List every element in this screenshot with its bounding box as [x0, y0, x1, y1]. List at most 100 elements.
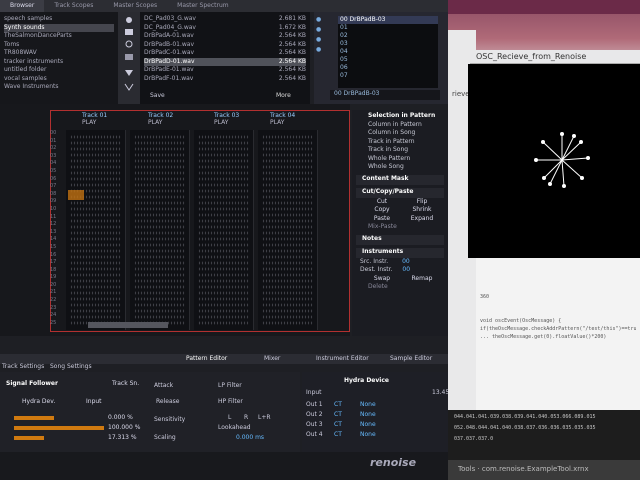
track-select[interactable]: Track Sn.	[112, 380, 139, 387]
folder-item[interactable]: untitled folder	[4, 66, 114, 75]
osc-window-title[interactable]: OSC_Recieve_from_Renoise	[470, 50, 640, 64]
lookahead-value[interactable]: 0.000 ms	[236, 434, 264, 441]
menu-item[interactable]: Track in Pattern	[356, 138, 444, 147]
remap-button[interactable]: Remap	[402, 275, 442, 284]
left-channel-button[interactable]: L	[228, 414, 231, 421]
device-select[interactable]: Hydra Dev.	[22, 398, 55, 405]
file-row[interactable]: DrBPadE-01.wav 2.564 KB	[144, 66, 306, 75]
code-line: 360	[480, 294, 490, 300]
cut-copy-paste-header[interactable]: Cut/Copy/Paste	[356, 187, 444, 198]
mix-paste-button[interactable]: Mix-Paste	[356, 223, 444, 232]
track-column-3[interactable]	[194, 130, 254, 330]
search-icon	[125, 40, 133, 48]
taskbar[interactable]: Tools · com.renoise.ExampleTool.xrnx	[448, 460, 640, 480]
paste-button[interactable]: Paste	[362, 215, 402, 224]
track-column-2[interactable]	[130, 130, 190, 330]
tab-master-spectrum[interactable]: Master Spectrum	[167, 0, 238, 12]
menu-item[interactable]: Whole Song	[356, 163, 444, 172]
track-column-1[interactable]	[66, 130, 126, 330]
tab-pattern-editor[interactable]: Pattern Editor	[186, 355, 227, 362]
instrument-item-selected[interactable]: 00 DrBPadB-03	[338, 16, 438, 24]
out-mode[interactable]: CT	[334, 401, 342, 408]
copy-button[interactable]: Copy	[362, 206, 402, 215]
save-button[interactable]: Save	[150, 92, 165, 99]
shrink-button[interactable]: Shrink	[402, 206, 442, 215]
menu-item[interactable]: Column in Pattern	[356, 121, 444, 130]
tab-instrument-editor[interactable]: Instrument Editor	[316, 355, 369, 362]
folder-item[interactable]: vocal samples	[4, 75, 114, 84]
instrument-item[interactable]: 04	[338, 48, 438, 56]
line-number: 04	[50, 160, 57, 167]
attack-release-panel: Attack Release Sensitivity Scaling LP Fi…	[150, 378, 296, 448]
code-area[interactable]: 360 void oscEvent(OscMessage) { if(theOsc…	[476, 258, 640, 410]
lookahead-label: Lookahead	[218, 424, 251, 431]
content-mask-header[interactable]: Content Mask	[356, 174, 444, 185]
out-mode[interactable]: CT	[334, 411, 342, 418]
file-row[interactable]: DC_Pad04_G.wav 1.672 KB	[144, 24, 306, 33]
folder-item[interactable]: TheSalmonDanceParts	[4, 32, 114, 41]
out-mode[interactable]: CT	[334, 421, 342, 428]
file-row[interactable]: DC_Pad03_G.wav 2.681 KB	[144, 15, 306, 24]
instrument-item[interactable]: 05	[338, 56, 438, 64]
input-select[interactable]: Input	[86, 398, 102, 405]
instrument-item[interactable]: 07	[338, 72, 438, 80]
tab-browser[interactable]: Browser	[0, 0, 45, 12]
out-label: Out 3	[306, 421, 323, 428]
file-row[interactable]: DrBPadF-01.wav 2.564 KB	[144, 75, 306, 84]
instrument-item[interactable]: 02	[338, 32, 438, 40]
menu-item[interactable]: Column in Song	[356, 129, 444, 138]
tab-track-settings[interactable]: Track Settings	[2, 363, 44, 370]
tab-master-scopes[interactable]: Master Scopes	[103, 0, 167, 12]
folder-item[interactable]: tracker instruments	[4, 58, 114, 67]
tab-song-settings[interactable]: Song Settings	[50, 363, 92, 370]
level-bar-2[interactable]	[14, 426, 104, 430]
dest-instr-value[interactable]: 00	[402, 266, 410, 273]
line-number: 16	[50, 251, 57, 258]
file-row-selected[interactable]: DrBPadD-01.wav 2.564 KB	[144, 57, 306, 66]
out-value[interactable]: None	[360, 401, 376, 408]
folder-item[interactable]: TR808WAV	[4, 49, 114, 58]
line-number: 15	[50, 243, 57, 250]
swap-button[interactable]: Swap	[362, 275, 402, 284]
instrument-item[interactable]: 03	[338, 40, 438, 48]
line-number: 01	[50, 137, 57, 144]
expand-button[interactable]: Expand	[402, 215, 442, 224]
cut-button[interactable]: Cut	[362, 198, 402, 207]
instrument-item[interactable]: 01	[338, 24, 438, 32]
file-row[interactable]: DrBPadA-01.wav 2.564 KB	[144, 32, 306, 41]
level-bar-3[interactable]	[14, 436, 44, 440]
flip-button[interactable]: Flip	[402, 198, 442, 207]
level-bar-1[interactable]	[14, 416, 54, 420]
menu-item[interactable]: Track in Song	[356, 146, 444, 155]
tab-mixer[interactable]: Mixer	[264, 355, 280, 362]
tab-sample-editor[interactable]: Sample Editor	[390, 355, 432, 362]
folder-item-selected[interactable]: Synth sounds	[4, 23, 114, 32]
tab-track-scopes[interactable]: Track Scopes	[44, 0, 103, 12]
track-header-2[interactable]: Track 02 PLAY	[148, 112, 173, 130]
more-button[interactable]: More	[276, 92, 310, 102]
out-value[interactable]: None	[360, 431, 376, 438]
file-row[interactable]: DrBPadB-01.wav 2.564 KB	[144, 41, 306, 50]
out-value[interactable]: None	[360, 421, 376, 428]
browser-side-icons	[118, 12, 140, 104]
out-mode[interactable]: CT	[334, 431, 342, 438]
folder-item[interactable]: Wave Instruments	[4, 83, 114, 92]
src-instr-value[interactable]: 00	[402, 258, 410, 265]
instruments-header[interactable]: Instruments	[356, 247, 444, 258]
lr-channel-button[interactable]: L+R	[258, 414, 271, 421]
top-tabs: Browser Track Scopes Master Scopes Maste…	[0, 0, 450, 12]
folder-item[interactable]: speech samples	[4, 15, 114, 24]
folder-item[interactable]: Toms	[4, 41, 114, 50]
track-header-1[interactable]: Track 01 PLAY	[82, 112, 107, 130]
notes-header[interactable]: Notes	[356, 234, 444, 245]
delete-button[interactable]: Delete	[356, 283, 444, 292]
instrument-item[interactable]: 06	[338, 64, 438, 72]
horizontal-scrollbar[interactable]	[88, 322, 168, 328]
track-column-4[interactable]	[258, 130, 318, 330]
track-header-4[interactable]: Track 04 PLAY	[270, 112, 295, 130]
track-header-3[interactable]: Track 03 PLAY	[214, 112, 239, 130]
menu-item[interactable]: Whole Pattern	[356, 155, 444, 164]
file-row[interactable]: DrBPadC-01.wav 2.564 KB	[144, 49, 306, 58]
right-channel-button[interactable]: R	[244, 414, 248, 421]
out-value[interactable]: None	[360, 411, 376, 418]
